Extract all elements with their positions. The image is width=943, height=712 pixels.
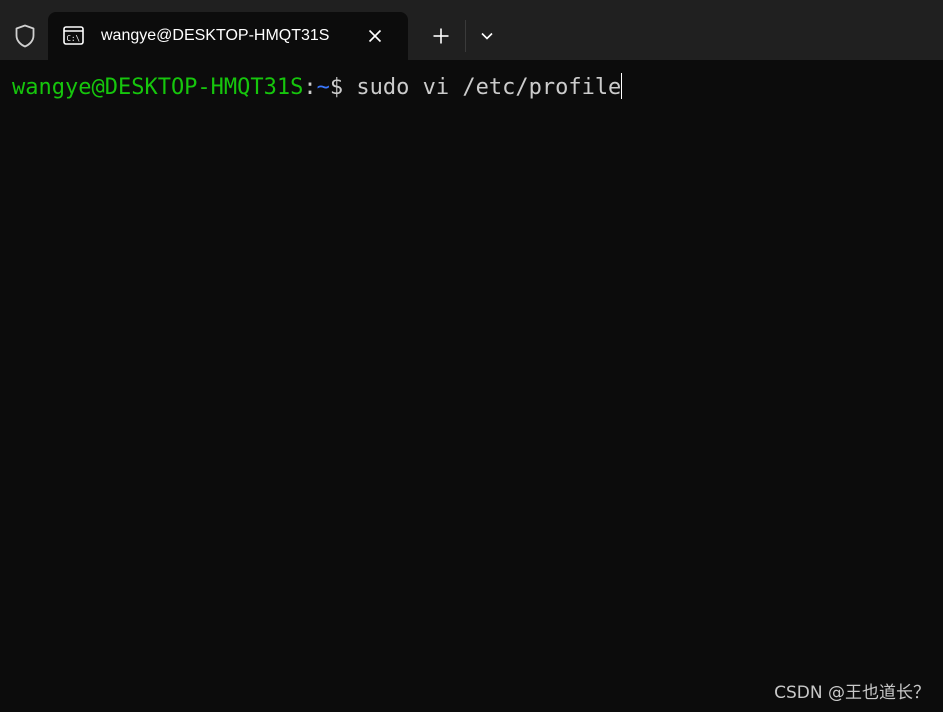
- prompt-separator: :: [303, 75, 317, 100]
- terminal-area[interactable]: wangye@DESKTOP-HMQT31S:~$ sudo vi /etc/p…: [0, 60, 943, 712]
- prompt-symbol: $: [329, 75, 344, 100]
- prompt-line: wangye@DESKTOP-HMQT31S:~$ sudo vi /etc/p…: [12, 73, 623, 102]
- watermark: CSDN @王也道长？: [774, 683, 930, 703]
- tab-dropdown-button[interactable]: [474, 23, 500, 49]
- terminal-window: C:\ wangye@DESKTOP-HMQT31S wangye@DESKTO…: [0, 0, 943, 712]
- text-cursor: [621, 73, 623, 99]
- tab-title: wangye@DESKTOP-HMQT31S: [101, 27, 330, 44]
- prompt-path: ~: [316, 75, 330, 100]
- tab-divider: [465, 20, 466, 52]
- shield-icon[interactable]: [12, 23, 38, 49]
- plus-icon: [433, 28, 449, 44]
- chevron-down-icon: [481, 32, 493, 40]
- svg-text:C:\: C:\: [67, 34, 81, 43]
- terminal-icon: C:\: [63, 26, 84, 45]
- command-text: sudo vi /etc/profile: [343, 75, 622, 100]
- title-bar: C:\ wangye@DESKTOP-HMQT31S: [0, 0, 943, 60]
- new-tab-button[interactable]: [426, 21, 456, 51]
- prompt-user-host: wangye@DESKTOP-HMQT31S: [12, 75, 304, 100]
- tab-active[interactable]: C:\ wangye@DESKTOP-HMQT31S: [48, 12, 408, 60]
- close-icon[interactable]: [364, 25, 386, 47]
